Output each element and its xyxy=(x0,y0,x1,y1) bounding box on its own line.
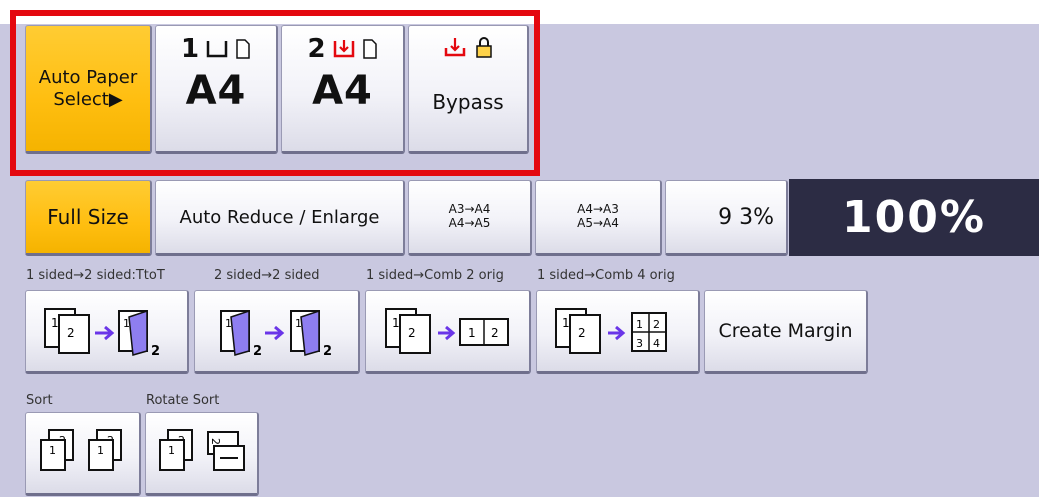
ratio-line: A4→A5 xyxy=(448,216,491,230)
duplex-1-to-2-button[interactable]: 1 2 1 2 xyxy=(25,290,189,374)
combine-two-icon: 1 2 1 2 xyxy=(384,308,509,354)
ratio-line: A3→A4 xyxy=(448,202,491,216)
duplex-2-to-2-button[interactable]: 1 2 1 2 xyxy=(194,290,360,374)
sort-label: Sort xyxy=(26,393,53,408)
svg-text:1: 1 xyxy=(636,318,643,331)
sort-icon: 2 1 2 1 xyxy=(39,429,122,471)
two-to-two-sided-icon: 1 2 1 2 xyxy=(219,309,332,359)
create-margin-button[interactable]: Create Margin xyxy=(704,290,868,374)
svg-text:2: 2 xyxy=(578,326,586,340)
svg-text:2: 2 xyxy=(323,344,332,359)
svg-text:2: 2 xyxy=(408,326,416,340)
ratio-line: A4→A3 xyxy=(577,202,619,216)
svg-text:2: 2 xyxy=(151,344,160,359)
ratio-line: A5→A4 xyxy=(577,216,619,230)
svg-text:1: 1 xyxy=(51,316,59,330)
combine-four-icon: 1 2 1 2 3 4 xyxy=(554,308,667,354)
combine-4-label: 1 sided→Comb 4 orig xyxy=(537,268,675,283)
combine-2-label: 1 sided→Comb 2 orig xyxy=(366,268,504,283)
svg-text:4: 4 xyxy=(653,337,660,350)
combine-4-originals-button[interactable]: 1 2 1 2 3 4 xyxy=(536,290,700,374)
svg-text:1: 1 xyxy=(295,317,302,330)
svg-text:1: 1 xyxy=(225,317,232,330)
one-to-two-sided-icon: 1 2 1 2 xyxy=(43,308,160,359)
preset-ratio-a3-a4-button[interactable]: A3→A4 A4→A5 xyxy=(408,180,532,256)
svg-text:2: 2 xyxy=(67,326,75,340)
svg-text:1: 1 xyxy=(97,444,104,457)
duplex-1-2-label: 1 sided→2 sided:TtoT xyxy=(26,268,165,283)
sort-button[interactable]: 2 1 2 1 xyxy=(25,412,141,496)
svg-text:1: 1 xyxy=(562,316,570,330)
svg-text:3: 3 xyxy=(636,337,643,350)
highlight-frame xyxy=(10,10,540,176)
svg-text:1: 1 xyxy=(168,444,175,457)
current-ratio-display: 100% xyxy=(789,179,1039,256)
svg-text:2: 2 xyxy=(253,344,262,359)
full-size-button[interactable]: Full Size xyxy=(25,180,152,256)
svg-text:1: 1 xyxy=(468,326,476,340)
preset-ratio-a4-a3-button[interactable]: A4→A3 A5→A4 xyxy=(535,180,662,256)
svg-text:1: 1 xyxy=(392,316,400,330)
auto-reduce-enlarge-button[interactable]: Auto Reduce / Enlarge xyxy=(155,180,405,256)
rotate-sort-button[interactable]: 2 1 2 xyxy=(145,412,259,496)
svg-text:1: 1 xyxy=(49,444,56,457)
duplex-2-2-label: 2 sided→2 sided xyxy=(214,268,320,283)
preset-ratio-93-button[interactable]: 9 3% xyxy=(665,180,788,256)
rotate-sort-icon: 2 1 2 xyxy=(158,429,245,471)
svg-text:1: 1 xyxy=(123,317,130,330)
svg-text:2: 2 xyxy=(209,438,222,445)
rotate-sort-label: Rotate Sort xyxy=(146,393,220,408)
combine-2-originals-button[interactable]: 1 2 1 2 xyxy=(365,290,531,374)
svg-text:2: 2 xyxy=(491,326,499,340)
svg-text:2: 2 xyxy=(653,318,660,331)
